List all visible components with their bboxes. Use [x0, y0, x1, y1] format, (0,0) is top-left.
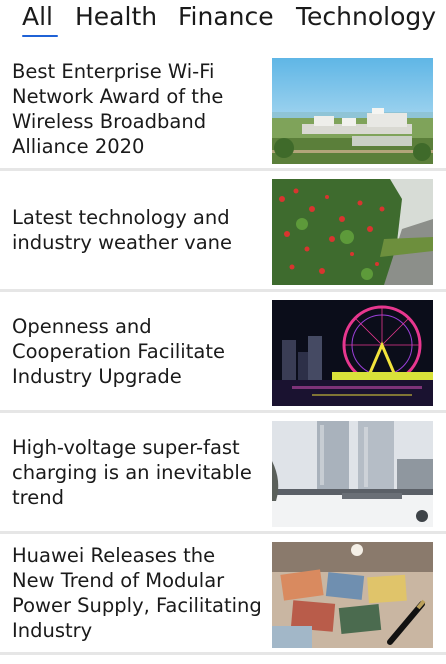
category-tab-bar: All Health Finance Technology — [0, 0, 446, 44]
tab-health[interactable]: Health — [75, 0, 157, 34]
article-title: Latest technology and industry weather v… — [12, 206, 233, 254]
ferris-wheel-night-photo — [272, 300, 433, 406]
article-item[interactable]: Huawei Releases the New Trend of Modular… — [0, 534, 446, 655]
tab-technology[interactable]: Technology — [296, 0, 436, 34]
active-tab-indicator — [22, 35, 58, 37]
snowy-city-towers-photo — [272, 421, 433, 527]
article-title: Best Enterprise Wi-Fi Network Award of t… — [12, 60, 224, 158]
article-list: Best Enterprise Wi-Fi Network Award of t… — [0, 50, 446, 655]
article-item[interactable]: Latest technology and industry weather v… — [0, 171, 446, 292]
article-title: Huawei Releases the New Trend of Modular… — [12, 544, 262, 642]
article-item[interactable]: High-voltage super-fast charging is an i… — [0, 413, 446, 534]
tab-finance[interactable]: Finance — [178, 0, 274, 34]
coastal-campus-photo — [272, 58, 433, 164]
tab-all[interactable]: All — [22, 0, 53, 34]
article-item[interactable]: Openness and Cooperation Facilitate Indu… — [0, 292, 446, 413]
article-title: High-voltage super-fast charging is an i… — [12, 435, 252, 509]
article-item[interactable]: Best Enterprise Wi-Fi Network Award of t… — [0, 50, 446, 171]
desk-photos-pen-photo — [272, 542, 433, 648]
article-title: Openness and Cooperation Facilitate Indu… — [12, 314, 225, 388]
flowering-hedge-road-photo — [272, 179, 433, 285]
